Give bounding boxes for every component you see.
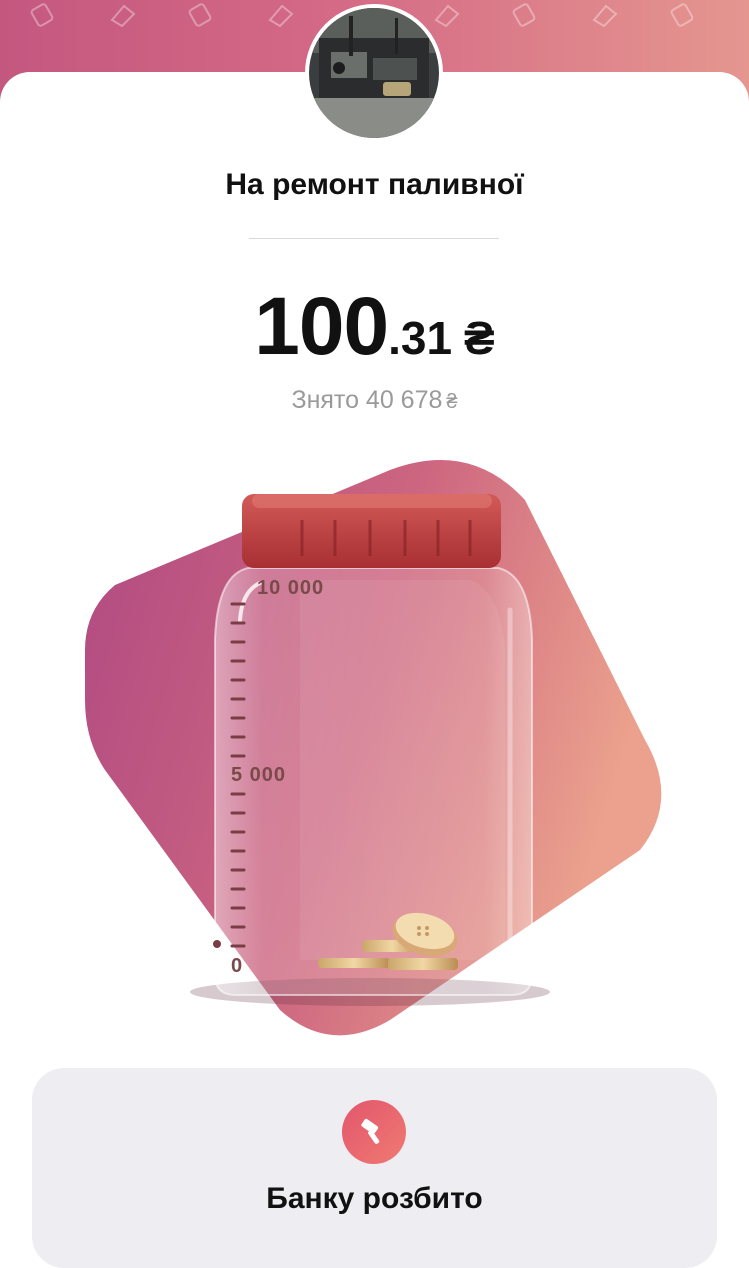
currency-symbol: ₴ — [464, 312, 495, 364]
jar-illustration: 10 000 5 000 0 — [0, 440, 749, 1060]
pattern-icon — [670, 3, 694, 27]
withdrawn-amount: Знято 40 678 ₴ — [0, 386, 749, 415]
pattern-icon — [188, 3, 212, 27]
balance-fraction: .31 — [388, 312, 453, 364]
hammer-icon — [361, 1118, 380, 1144]
scale-label-middle: 5 000 — [231, 764, 287, 786]
fill-marker — [213, 940, 221, 948]
pattern-icon — [30, 3, 54, 27]
status-label: Банку розбито — [266, 1182, 483, 1215]
pattern-icon — [268, 4, 294, 28]
jar-title: На ремонт паливної — [225, 168, 524, 201]
withdrawn-currency: ₴ — [446, 391, 458, 413]
scale-label-bottom: 0 — [231, 955, 244, 977]
hammer-button[interactable] — [342, 1100, 406, 1164]
coin — [318, 958, 390, 968]
jar-inner — [300, 580, 505, 960]
avatar-photo — [309, 8, 439, 138]
status-panel: Банку розбито — [32, 1068, 717, 1268]
scale-label-top: 10 000 — [257, 577, 325, 599]
pattern-icon — [434, 4, 460, 28]
pattern-icon — [592, 4, 618, 28]
balance-integer: 100 — [254, 281, 389, 372]
divider — [249, 238, 499, 239]
jar-avatar[interactable] — [309, 8, 439, 138]
jar-graphic — [85, 460, 662, 1036]
coin — [388, 958, 458, 970]
jar-balance: 100.31 ₴ — [0, 280, 749, 374]
pattern-icon — [110, 4, 136, 28]
jar-lid-rim — [252, 494, 492, 508]
withdrawn-label: Знято 40 678 — [291, 386, 443, 414]
pattern-icon — [512, 3, 536, 27]
